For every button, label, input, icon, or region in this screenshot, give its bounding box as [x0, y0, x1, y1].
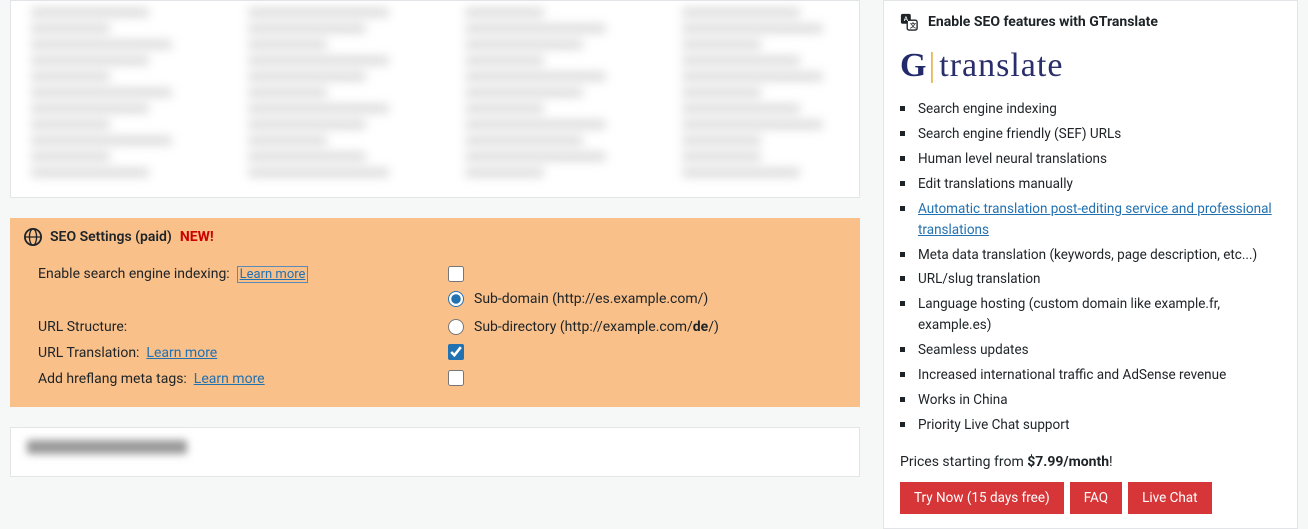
subdir-label: Sub-directory (http://example.com/de/)	[474, 319, 719, 335]
feature-item: Increased international traffic and AdSe…	[900, 365, 1281, 386]
indexing-learn-more-link[interactable]: Learn more	[237, 266, 309, 283]
upper-settings-panel-blurred	[10, 0, 860, 198]
url-structure-subdir-row[interactable]: Sub-directory (http://example.com/de/)	[448, 319, 846, 335]
feature-link[interactable]: Automatic translation post-editing servi…	[918, 201, 1272, 238]
live-chat-button[interactable]: Live Chat	[1128, 482, 1212, 514]
seo-panel-title: SEO Settings (paid)	[50, 229, 172, 245]
feature-item: Language hosting (custom domain like exa…	[900, 294, 1281, 336]
new-badge: NEW!	[180, 229, 214, 245]
feature-item: Works in China	[900, 390, 1281, 411]
feature-item: Search engine indexing	[900, 99, 1281, 120]
feature-item: URL/slug translation	[900, 269, 1281, 290]
price-line: Prices starting from $7.99/month!	[884, 440, 1297, 482]
feature-item: Human level neural translations	[900, 149, 1281, 170]
subdomain-label: Sub-domain (http://es.example.com/)	[474, 291, 708, 307]
feature-item: Search engine friendly (SEF) URLs	[900, 124, 1281, 145]
gtranslate-logo: G|translate	[884, 41, 1297, 99]
svg-text:A: A	[904, 16, 909, 23]
feature-item: Edit translations manually	[900, 174, 1281, 195]
subdir-radio[interactable]	[448, 319, 464, 335]
feature-item: Automatic translation post-editing servi…	[900, 199, 1281, 241]
sidebar-header-text: Enable SEO features with GTranslate	[928, 14, 1158, 30]
try-now-button[interactable]: Try Now (15 days free)	[900, 482, 1064, 514]
seo-settings-panel: SEO Settings (paid) NEW! Enable search e…	[10, 218, 860, 407]
url-translation-checkbox[interactable]	[448, 344, 464, 360]
feature-item: Priority Live Chat support	[900, 415, 1281, 436]
features-list: Search engine indexing Search engine frie…	[884, 99, 1297, 436]
translate-icon: A文	[900, 13, 918, 31]
url-structure-subdomain-row[interactable]: Sub-domain (http://es.example.com/)	[448, 291, 846, 307]
globe-icon	[24, 228, 42, 246]
feature-item: Seamless updates	[900, 340, 1281, 361]
hreflang-learn-more-link[interactable]: Learn more	[194, 371, 265, 387]
promo-sidebar: A文 Enable SEO features with GTranslate G…	[883, 0, 1298, 529]
indexing-checkbox[interactable]	[448, 266, 464, 282]
hreflang-label: Add hreflang meta tags: Learn more	[38, 369, 448, 387]
indexing-label: Enable search engine indexing: Learn mor…	[38, 264, 448, 283]
url-translation-label: URL Translation: Learn more	[38, 343, 448, 361]
url-translation-learn-more-link[interactable]: Learn more	[146, 345, 217, 361]
feature-item: Meta data translation (keywords, page de…	[900, 245, 1281, 266]
hreflang-checkbox[interactable]	[448, 370, 464, 386]
faq-button[interactable]: FAQ	[1070, 482, 1122, 514]
subdomain-radio[interactable]	[448, 291, 464, 307]
url-structure-label: URL Structure:	[38, 291, 448, 335]
svg-text:文: 文	[910, 20, 917, 29]
lower-settings-panel-blurred	[10, 427, 860, 477]
